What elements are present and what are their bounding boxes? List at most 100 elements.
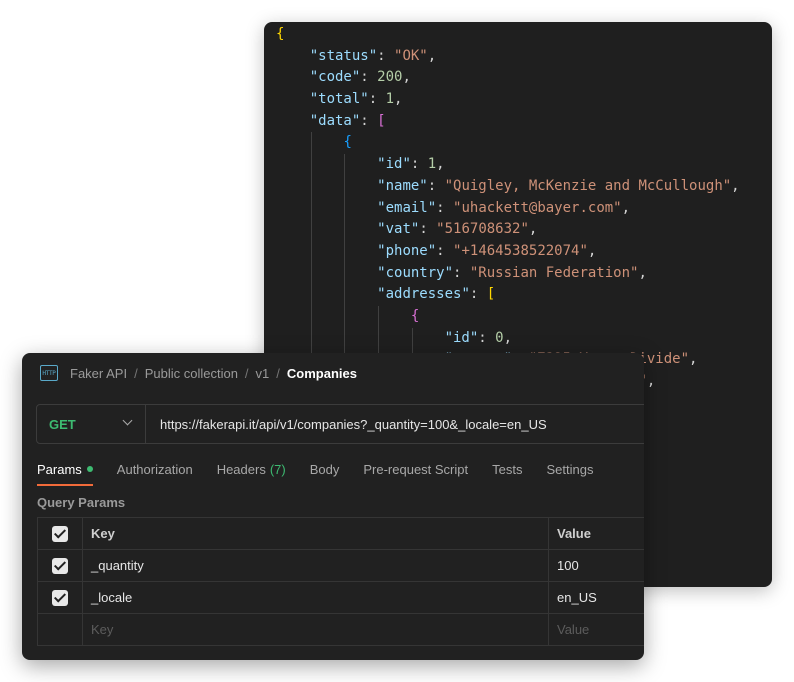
code-token: : [436,199,454,216]
url-input[interactable]: https://fakerapi.it/api/v1/companies?_qu… [146,417,547,432]
code-token: , [528,221,538,238]
tab-label: Body [309,461,340,477]
tab-label: Tests [492,461,523,477]
http-file-icon: HTTP [40,365,58,381]
tab-label: Settings [546,461,594,477]
code-token: , [731,177,740,194]
code-line: "phone": "+1464538522074", [276,241,740,263]
code-token: , [427,47,437,64]
value-header: Value [548,517,644,550]
code-token: , [402,69,411,86]
param-key[interactable]: _locale [82,581,549,614]
row-checkbox-cell [37,549,83,582]
code-token: : [453,264,470,281]
table-row: _quantity 100 [37,549,644,582]
code-token: : [469,286,487,303]
key-header: Key [82,517,549,550]
code-line: { [276,306,740,328]
breadcrumb-item[interactable]: v1 [256,366,270,381]
query-params-table: Key Value _quantity 100 _locale en_US Ke… [37,517,644,646]
code-token: , [503,329,513,346]
code-token: : [419,221,437,238]
code-token: 0 [495,329,504,346]
code-token: , [436,156,445,173]
row-checkbox[interactable] [52,557,68,574]
code-token: "name" [377,177,428,194]
tab-authorization[interactable]: Authorization [117,462,193,477]
tab-label: Headers [216,461,266,477]
breadcrumb-current[interactable]: Companies [287,366,357,381]
code-token: 200 [377,69,403,86]
code-token: : [410,156,428,173]
breadcrumb-separator: / [276,365,280,381]
code-line: "name": "Quigley, McKenzie and McCulloug… [276,176,740,198]
code-token: "uhackett@bayer.com" [453,199,622,216]
code-token: { [343,134,352,151]
code-token: : [478,329,496,346]
code-token: : [368,91,386,108]
code-token: "Russian Federation" [469,264,639,281]
code-line: "code": 200, [276,67,740,89]
chevron-down-icon [122,415,133,426]
code-token: { [276,26,285,42]
breadcrumb-item[interactable]: Faker API [70,366,127,381]
code-line: "status": "OK", [276,46,740,68]
row-checkbox-cell [37,581,83,614]
select-all-checkbox[interactable] [52,525,68,542]
code-token: "country" [377,264,454,281]
headers-count: (7) [269,461,286,477]
param-value[interactable]: en_US [548,581,644,614]
query-params-label: Query Params [37,495,126,510]
tab-pre-request-script[interactable]: Pre-request Script [363,462,468,477]
code-line: { [276,132,740,154]
tab-headers[interactable]: Headers (7) [217,462,286,477]
code-token: "addresses" [377,286,470,303]
code-token: "id" [444,329,479,346]
row-checkbox-cell [37,613,83,646]
url-bar: GET https://fakerapi.it/api/v1/companies… [36,404,644,444]
code-token: "Quigley, McKenzie and McCullough" [444,177,732,194]
code-token: : [360,69,378,86]
code-token: "vat" [377,221,420,238]
code-token: , [587,242,597,259]
code-token: : [360,112,378,129]
breadcrumb: HTTP Faker API / Public collection / v1 … [40,363,357,383]
code-token: 1 [385,91,395,108]
code-token: , [394,91,403,108]
tab-body[interactable]: Body [310,462,340,477]
table-row-empty: Key Value [37,613,644,646]
tab-tests[interactable]: Tests [492,462,522,477]
param-key[interactable]: _quantity [82,549,549,582]
new-key-input[interactable]: Key [82,613,549,646]
code-token: [ [377,112,386,129]
code-token: : [377,47,395,64]
code-token: : [436,242,454,259]
tab-label: Authorization [116,461,193,477]
method-select[interactable]: GET [37,405,146,443]
param-value[interactable]: 100 [548,549,644,582]
params-active-dot [86,466,93,472]
table-row: _locale en_US [37,581,644,614]
tab-params[interactable]: Params [37,462,93,486]
row-checkbox[interactable] [52,589,68,606]
new-value-input[interactable]: Value [548,613,644,646]
breadcrumb-item[interactable]: Public collection [145,366,238,381]
select-all-cell [37,517,83,550]
code-token: "status" [309,47,378,64]
code-line: "id": 0, [276,328,740,350]
code-token: "total" [309,91,369,108]
code-line: "email": "uhackett@bayer.com", [276,198,740,220]
table-header-row: Key Value [37,517,644,550]
code-token: , [638,264,647,281]
code-line: "data": [ [276,111,740,133]
tab-settings[interactable]: Settings [546,462,593,477]
code-line: "total": 1, [276,89,740,111]
request-tabs: Params Authorization Headers (7) Body Pr… [37,459,617,486]
